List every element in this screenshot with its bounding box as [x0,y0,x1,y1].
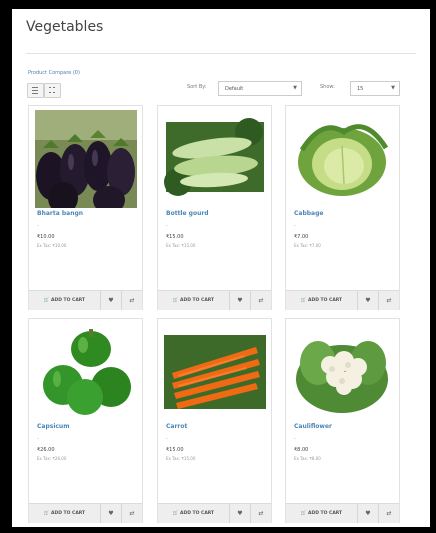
add-to-cart-button[interactable]: 🛒 ADD TO CART [158,504,230,523]
product-ex-tax: Ex Tax: ₹26.00 [37,456,67,461]
compare-button[interactable]: ⇄ [251,504,271,523]
product-price: ₹15.00 [166,234,184,240]
cart-icon: 🛒 [172,298,179,303]
wishlist-button[interactable]: ♥ [358,291,379,310]
heart-icon: ♥ [108,297,114,304]
product-ex-tax: Ex Tax: ₹10.00 [37,243,67,248]
add-to-cart-button[interactable]: 🛒 ADD TO CART [286,504,358,523]
product-price: ₹15.00 [166,447,184,453]
heart-icon: ♥ [108,510,114,517]
compare-button[interactable]: ⇄ [122,291,142,310]
product-image-capsicum[interactable] [35,323,137,421]
chevron-down-icon: ▼ [293,85,297,91]
wishlist-button[interactable]: ♥ [101,504,122,523]
compare-button[interactable]: ⇄ [379,291,399,310]
product-ex-tax: Ex Tax: ₹7.00 [294,243,321,248]
add-to-cart-label: ADD TO CART [51,511,86,516]
product-image-cabbage[interactable] [292,110,394,208]
heart-icon: ♥ [237,510,243,517]
product-price: ₹8.00 [294,447,309,453]
page-title: Vegetables [26,19,104,35]
product-actions: 🛒 ADD TO CART ♥ ⇄ [286,290,399,310]
product-description: - [37,436,39,442]
compare-arrows-icon: ⇄ [386,510,392,517]
product-name[interactable]: Cauliflower [294,423,332,430]
show-limit-value: 15 [357,86,364,92]
product-actions: 🛒 ADD TO CART ♥ ⇄ [158,290,271,310]
product-image-carrot[interactable] [164,323,266,421]
product-ex-tax: Ex Tax: ₹8.00 [294,456,321,461]
product-card: Cabbage - ₹7.00 Ex Tax: ₹7.00 🛒 ADD TO C… [285,105,400,310]
compare-arrows-icon: ⇄ [129,510,135,517]
compare-arrows-icon: ⇄ [258,510,264,517]
wishlist-button[interactable]: ♥ [101,291,122,310]
add-to-cart-button[interactable]: 🛒 ADD TO CART [29,504,101,523]
product-name[interactable]: Carrot [166,423,187,430]
heart-icon: ♥ [365,510,371,517]
chevron-down-icon: ▼ [391,85,395,91]
list-view-button[interactable] [27,83,44,98]
compare-button[interactable]: ⇄ [251,291,271,310]
product-compare-link[interactable]: Product Compare (0) [28,70,80,76]
category-page: Vegetables Product Compare (0) Sort By: … [12,9,430,527]
grid-view-button[interactable] [44,83,61,98]
product-name[interactable]: Bharta bangn [37,210,83,217]
sort-by-select[interactable]: Default ▼ [218,81,302,96]
compare-arrows-icon: ⇄ [258,297,264,304]
wishlist-button[interactable]: ♥ [230,504,251,523]
add-to-cart-label: ADD TO CART [308,511,343,516]
add-to-cart-label: ADD TO CART [51,298,86,303]
add-to-cart-label: ADD TO CART [180,511,215,516]
product-actions: 🛒 ADD TO CART ♥ ⇄ [29,503,142,523]
product-card: Cauliflower - ₹8.00 Ex Tax: ₹8.00 🛒 ADD … [285,318,400,523]
heart-icon: ♥ [365,297,371,304]
product-price: ₹26.00 [37,447,55,453]
show-label: Show: [320,84,335,90]
add-to-cart-label: ADD TO CART [308,298,343,303]
wishlist-button[interactable]: ♥ [230,291,251,310]
sort-by-value: Default [225,86,244,92]
cart-icon: 🛒 [300,298,307,303]
product-card: Capsicum - ₹26.00 Ex Tax: ₹26.00 🛒 ADD T… [28,318,143,523]
product-name[interactable]: Bottle gourd [166,210,209,217]
product-image-eggplant[interactable] [35,110,137,208]
product-description: - [294,223,296,229]
product-image-bottle-gourd[interactable] [164,110,266,208]
product-ex-tax: Ex Tax: ₹15.00 [166,243,196,248]
product-description: - [166,436,168,442]
sort-by-label: Sort By: [187,84,207,90]
product-image-cauliflower[interactable] [292,323,394,421]
add-to-cart-button[interactable]: 🛒 ADD TO CART [29,291,101,310]
product-name[interactable]: Cabbage [294,210,323,217]
wishlist-button[interactable]: ♥ [358,504,379,523]
product-actions: 🛒 ADD TO CART ♥ ⇄ [29,290,142,310]
product-description: - [294,436,296,442]
cart-icon: 🛒 [43,298,50,303]
product-actions: 🛒 ADD TO CART ♥ ⇄ [158,503,271,523]
product-price: ₹7.00 [294,234,309,240]
product-price: ₹10.00 [37,234,55,240]
cart-icon: 🛒 [300,511,307,516]
show-limit-select[interactable]: 15 ▼ [350,81,400,96]
compare-button[interactable]: ⇄ [379,504,399,523]
add-to-cart-button[interactable]: 🛒 ADD TO CART [286,291,358,310]
heart-icon: ♥ [237,297,243,304]
product-description: - [166,223,168,229]
cart-icon: 🛒 [172,511,179,516]
product-ex-tax: Ex Tax: ₹15.00 [166,456,196,461]
compare-arrows-icon: ⇄ [386,297,392,304]
add-to-cart-button[interactable]: 🛒 ADD TO CART [158,291,230,310]
product-card: Bottle gourd - ₹15.00 Ex Tax: ₹15.00 🛒 A… [157,105,272,310]
product-card: Carrot - ₹15.00 Ex Tax: ₹15.00 🛒 ADD TO … [157,318,272,523]
product-description: - [37,223,39,229]
product-card: Bharta bangn - ₹10.00 Ex Tax: ₹10.00 🛒 A… [28,105,143,310]
title-divider [26,53,416,54]
product-name[interactable]: Capsicum [37,423,69,430]
compare-button[interactable]: ⇄ [122,504,142,523]
add-to-cart-label: ADD TO CART [180,298,215,303]
compare-arrows-icon: ⇄ [129,297,135,304]
cart-icon: 🛒 [43,511,50,516]
product-actions: 🛒 ADD TO CART ♥ ⇄ [286,503,399,523]
